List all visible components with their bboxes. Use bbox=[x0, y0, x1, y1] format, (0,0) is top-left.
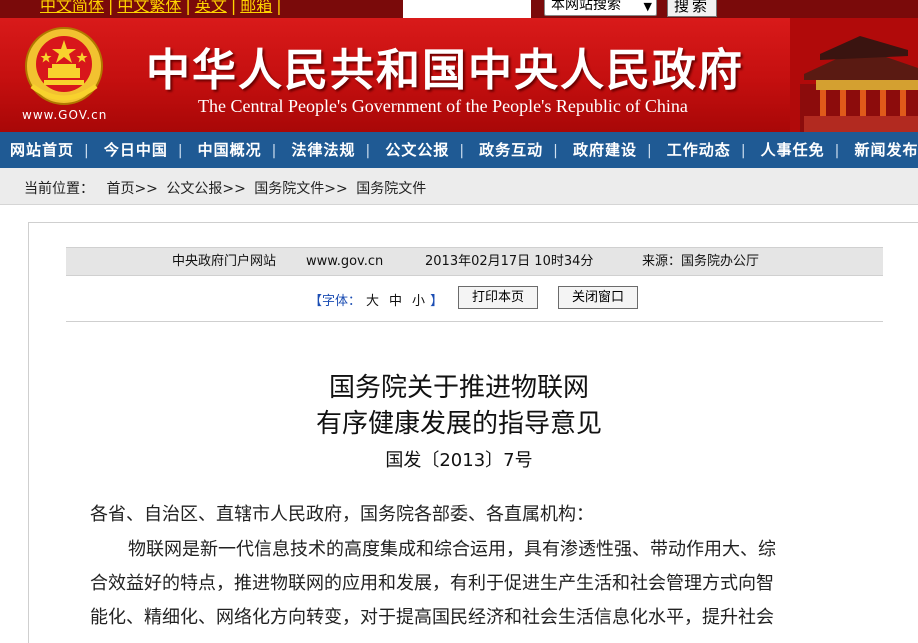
nav-item-work-news[interactable]: 工作动态 bbox=[657, 132, 741, 168]
document-title-line-2: 有序健康发展的指导意见 bbox=[315, 409, 602, 439]
nav-separator: | bbox=[553, 143, 558, 159]
national-emblem-icon[interactable] bbox=[22, 24, 106, 108]
breadcrumb-current[interactable]: 国务院文件 bbox=[356, 181, 426, 197]
breadcrumb-label: 当前位置： bbox=[24, 181, 94, 197]
document-paragraph-line: 物联网是新一代信息技术的高度集成和综合运用，具有渗透性强、带动作用大、综 bbox=[128, 539, 776, 560]
site-subtitle: The Central People's Government of the P… bbox=[198, 96, 688, 116]
top-utility-bar: 中文简体 | 中文繁体 | 英文 | 邮箱 | 本网站搜索 ▼ 搜索 bbox=[0, 0, 918, 18]
nav-item-documents[interactable]: 公文公报 bbox=[375, 132, 459, 168]
meta-date: 2013年02月17日 10时34分 bbox=[425, 254, 594, 269]
document-salutation: 各省、自治区、直辖市人民政府，国务院各部委、各直属机构： bbox=[90, 504, 594, 525]
lang-link-english[interactable]: 英文 bbox=[191, 0, 231, 15]
nav-item-press[interactable]: 新闻发布 bbox=[844, 132, 918, 168]
font-size-small[interactable]: 小 bbox=[412, 294, 425, 309]
font-size-medium[interactable]: 中 bbox=[389, 294, 402, 309]
nav-separator: | bbox=[271, 143, 277, 159]
nav-item-interaction[interactable]: 政务互动 bbox=[469, 132, 553, 168]
search-input[interactable] bbox=[403, 0, 531, 18]
nav-item-government[interactable]: 政府建设 bbox=[563, 132, 647, 168]
font-size-label: 【字体： bbox=[309, 294, 362, 309]
article-meta-bar: 中央政府门户网站 www.gov.cn 2013年02月17日 10时34分 来… bbox=[66, 247, 883, 276]
site-banner: www.GOV.cn 中华人民共和国中央人民政府 The Central Peo… bbox=[0, 18, 918, 132]
nav-item-appointments[interactable]: 人事任免 bbox=[751, 132, 835, 168]
breadcrumb-bar: 当前位置： 首页>> 公文公报>> 国务院文件>> 国务院文件 bbox=[0, 168, 918, 205]
search-scope-select[interactable]: 本网站搜索 ▼ bbox=[544, 0, 657, 16]
print-button[interactable]: 打印本页 bbox=[458, 286, 538, 309]
meta-site: 中央政府门户网站 bbox=[172, 254, 277, 269]
close-window-button[interactable]: 关闭窗口 bbox=[558, 286, 638, 309]
link-separator: | bbox=[276, 0, 282, 15]
nav-separator: | bbox=[84, 143, 89, 159]
nav-item-china-today[interactable]: 今日中国 bbox=[94, 132, 178, 168]
nav-separator: | bbox=[177, 143, 183, 159]
link-separator: | bbox=[185, 0, 191, 15]
document-number: 国发〔2013〕7号 bbox=[385, 450, 533, 471]
nav-separator: | bbox=[646, 143, 652, 159]
nav-separator: | bbox=[365, 143, 371, 159]
font-size-large[interactable]: 大 bbox=[366, 294, 379, 309]
breadcrumb-documents[interactable]: 公文公报>> bbox=[166, 181, 245, 197]
language-links: 中文简体 | 中文繁体 | 英文 | 邮箱 | bbox=[36, 0, 282, 16]
content-divider bbox=[66, 321, 883, 322]
meta-source: 来源：国务院办公厅 bbox=[642, 254, 760, 269]
nav-separator: | bbox=[459, 143, 465, 159]
mailbox-link[interactable]: 邮箱 bbox=[236, 0, 276, 15]
search-button[interactable]: 搜索 bbox=[667, 0, 717, 17]
nav-separator: | bbox=[834, 143, 840, 159]
nav-item-laws[interactable]: 法律法规 bbox=[281, 132, 365, 168]
document-title-line-1: 国务院关于推进物联网 bbox=[328, 373, 589, 403]
nav-item-china-overview[interactable]: 中国概况 bbox=[188, 132, 272, 168]
breadcrumb: 当前位置： 首页>> 公文公报>> 国务院文件>> 国务院文件 bbox=[24, 178, 426, 198]
gov-url: www.GOV.cn bbox=[22, 108, 108, 122]
nav-separator: | bbox=[740, 143, 746, 159]
lang-link-simplified[interactable]: 中文简体 bbox=[36, 0, 108, 15]
article-tools: 【字体： 大中小】 打印本页 关闭窗口 bbox=[0, 286, 918, 312]
main-nav: 网站首页 | 今日中国 | 中国概况 | 法律法规 | 公文公报 | 政务互动 | 政府建设… bbox=[0, 132, 918, 168]
document-paragraph-line: 合效益好的特点，推进物联网的应用和发展，有利于促进生产生活和社会管理方式向智 bbox=[90, 573, 774, 594]
breadcrumb-state-council-files[interactable]: 国务院文件>> bbox=[254, 181, 347, 197]
font-size-close-bracket: 】 bbox=[430, 294, 444, 309]
tiananmen-gate-icon bbox=[790, 18, 918, 132]
meta-domain: www.gov.cn bbox=[306, 254, 384, 269]
lang-link-traditional[interactable]: 中文繁体 bbox=[113, 0, 185, 15]
document-paragraph-line: 能化、精细化、网络化方向转变，对于提高国民经济和社会生活信息化水平，提升社会 bbox=[90, 607, 774, 628]
site-title: 中华人民共和国中央人民政府 bbox=[146, 45, 744, 96]
font-size-switcher: 【字体： 大中小】 bbox=[309, 290, 443, 309]
nav-item-home[interactable]: 网站首页 bbox=[0, 132, 84, 168]
search-scope-value: 本网站搜索 bbox=[551, 0, 621, 13]
breadcrumb-home[interactable]: 首页>> bbox=[106, 181, 157, 197]
chevron-down-icon: ▼ bbox=[643, 0, 652, 13]
